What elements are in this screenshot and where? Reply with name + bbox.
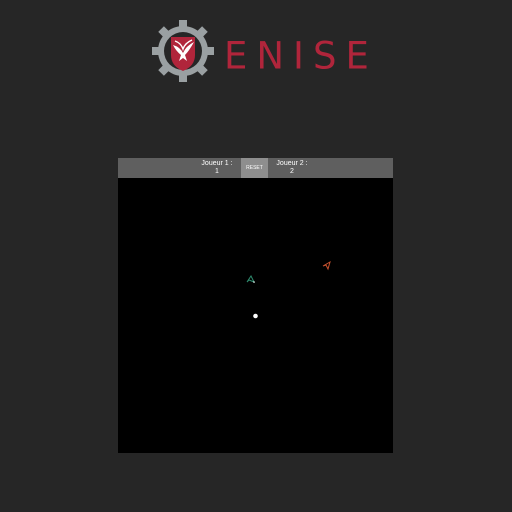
player1-score-value: 1 bbox=[215, 168, 219, 175]
logo-wordmark: ENISE bbox=[224, 34, 378, 78]
ball-icon bbox=[253, 313, 258, 319]
player2-score: Joueur 2 : 2 bbox=[271, 160, 313, 176]
page: ENISE Joueur 1 : 1 RESET Joueur 2 : 2 bbox=[0, 0, 512, 512]
enise-logo: ENISE bbox=[152, 20, 369, 82]
player2-ship-icon bbox=[322, 260, 331, 271]
gear-shield-icon bbox=[152, 20, 214, 82]
player1-score: Joueur 1 : 1 bbox=[198, 160, 236, 176]
player2-score-value: 2 bbox=[290, 168, 294, 175]
reset-button[interactable]: RESET bbox=[241, 158, 268, 178]
game-field[interactable] bbox=[118, 178, 393, 453]
player2-label: Joueur 2 : bbox=[276, 160, 308, 167]
player1-ship-icon bbox=[246, 275, 256, 283]
score-bar: Joueur 1 : 1 RESET Joueur 2 : 2 bbox=[118, 158, 393, 178]
player1-label: Joueur 1 : bbox=[201, 160, 233, 167]
game-panel: Joueur 1 : 1 RESET Joueur 2 : 2 bbox=[118, 158, 393, 453]
